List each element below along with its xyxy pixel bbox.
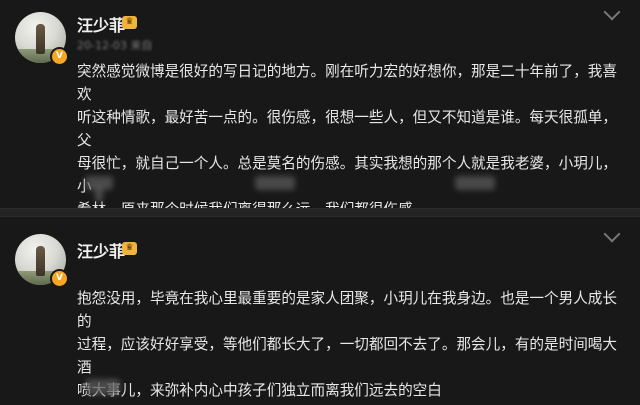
post-divider <box>0 208 640 217</box>
post-text: 抱怨没用，毕竟在我心里最重要的是家人团聚，小玥儿在我身边。也是一个男人成长的 过… <box>77 290 617 399</box>
action-bar-blur <box>255 176 295 190</box>
avatar-figure <box>36 246 45 276</box>
action-bar-blur <box>95 184 103 202</box>
post-meta: 20-12-03 来自 <box>77 39 153 52</box>
author-name[interactable]: 汪少菲 <box>77 12 125 36</box>
post-text: 突然感觉微博是很好的写日记的地方。刚在听力宏的好想你，那是二十年前了，我喜欢 听… <box>77 63 617 218</box>
chevron-down-icon[interactable] <box>603 3 621 21</box>
action-bar-blur <box>455 176 495 190</box>
chevron-down-icon[interactable] <box>603 225 621 243</box>
verified-badge-icon: V <box>50 47 69 66</box>
weibo-post-1: V 汪少菲 ♛ 20-12-03 来自 突然感觉微博是很好的写日记的地方。刚在听… <box>0 0 640 218</box>
weibo-post-2: V 汪少菲 ♛ 抱怨没用，毕竟在我心里最重要的是家人团聚，小玥儿在我身边。也是一… <box>0 217 640 405</box>
crown-icon: ♛ <box>122 16 137 29</box>
author-name[interactable]: 汪少菲 <box>77 238 125 262</box>
verified-badge-icon: V <box>50 269 69 288</box>
action-bar-blur <box>86 379 120 395</box>
avatar-figure <box>36 24 45 54</box>
crown-icon: ♛ <box>122 242 137 255</box>
